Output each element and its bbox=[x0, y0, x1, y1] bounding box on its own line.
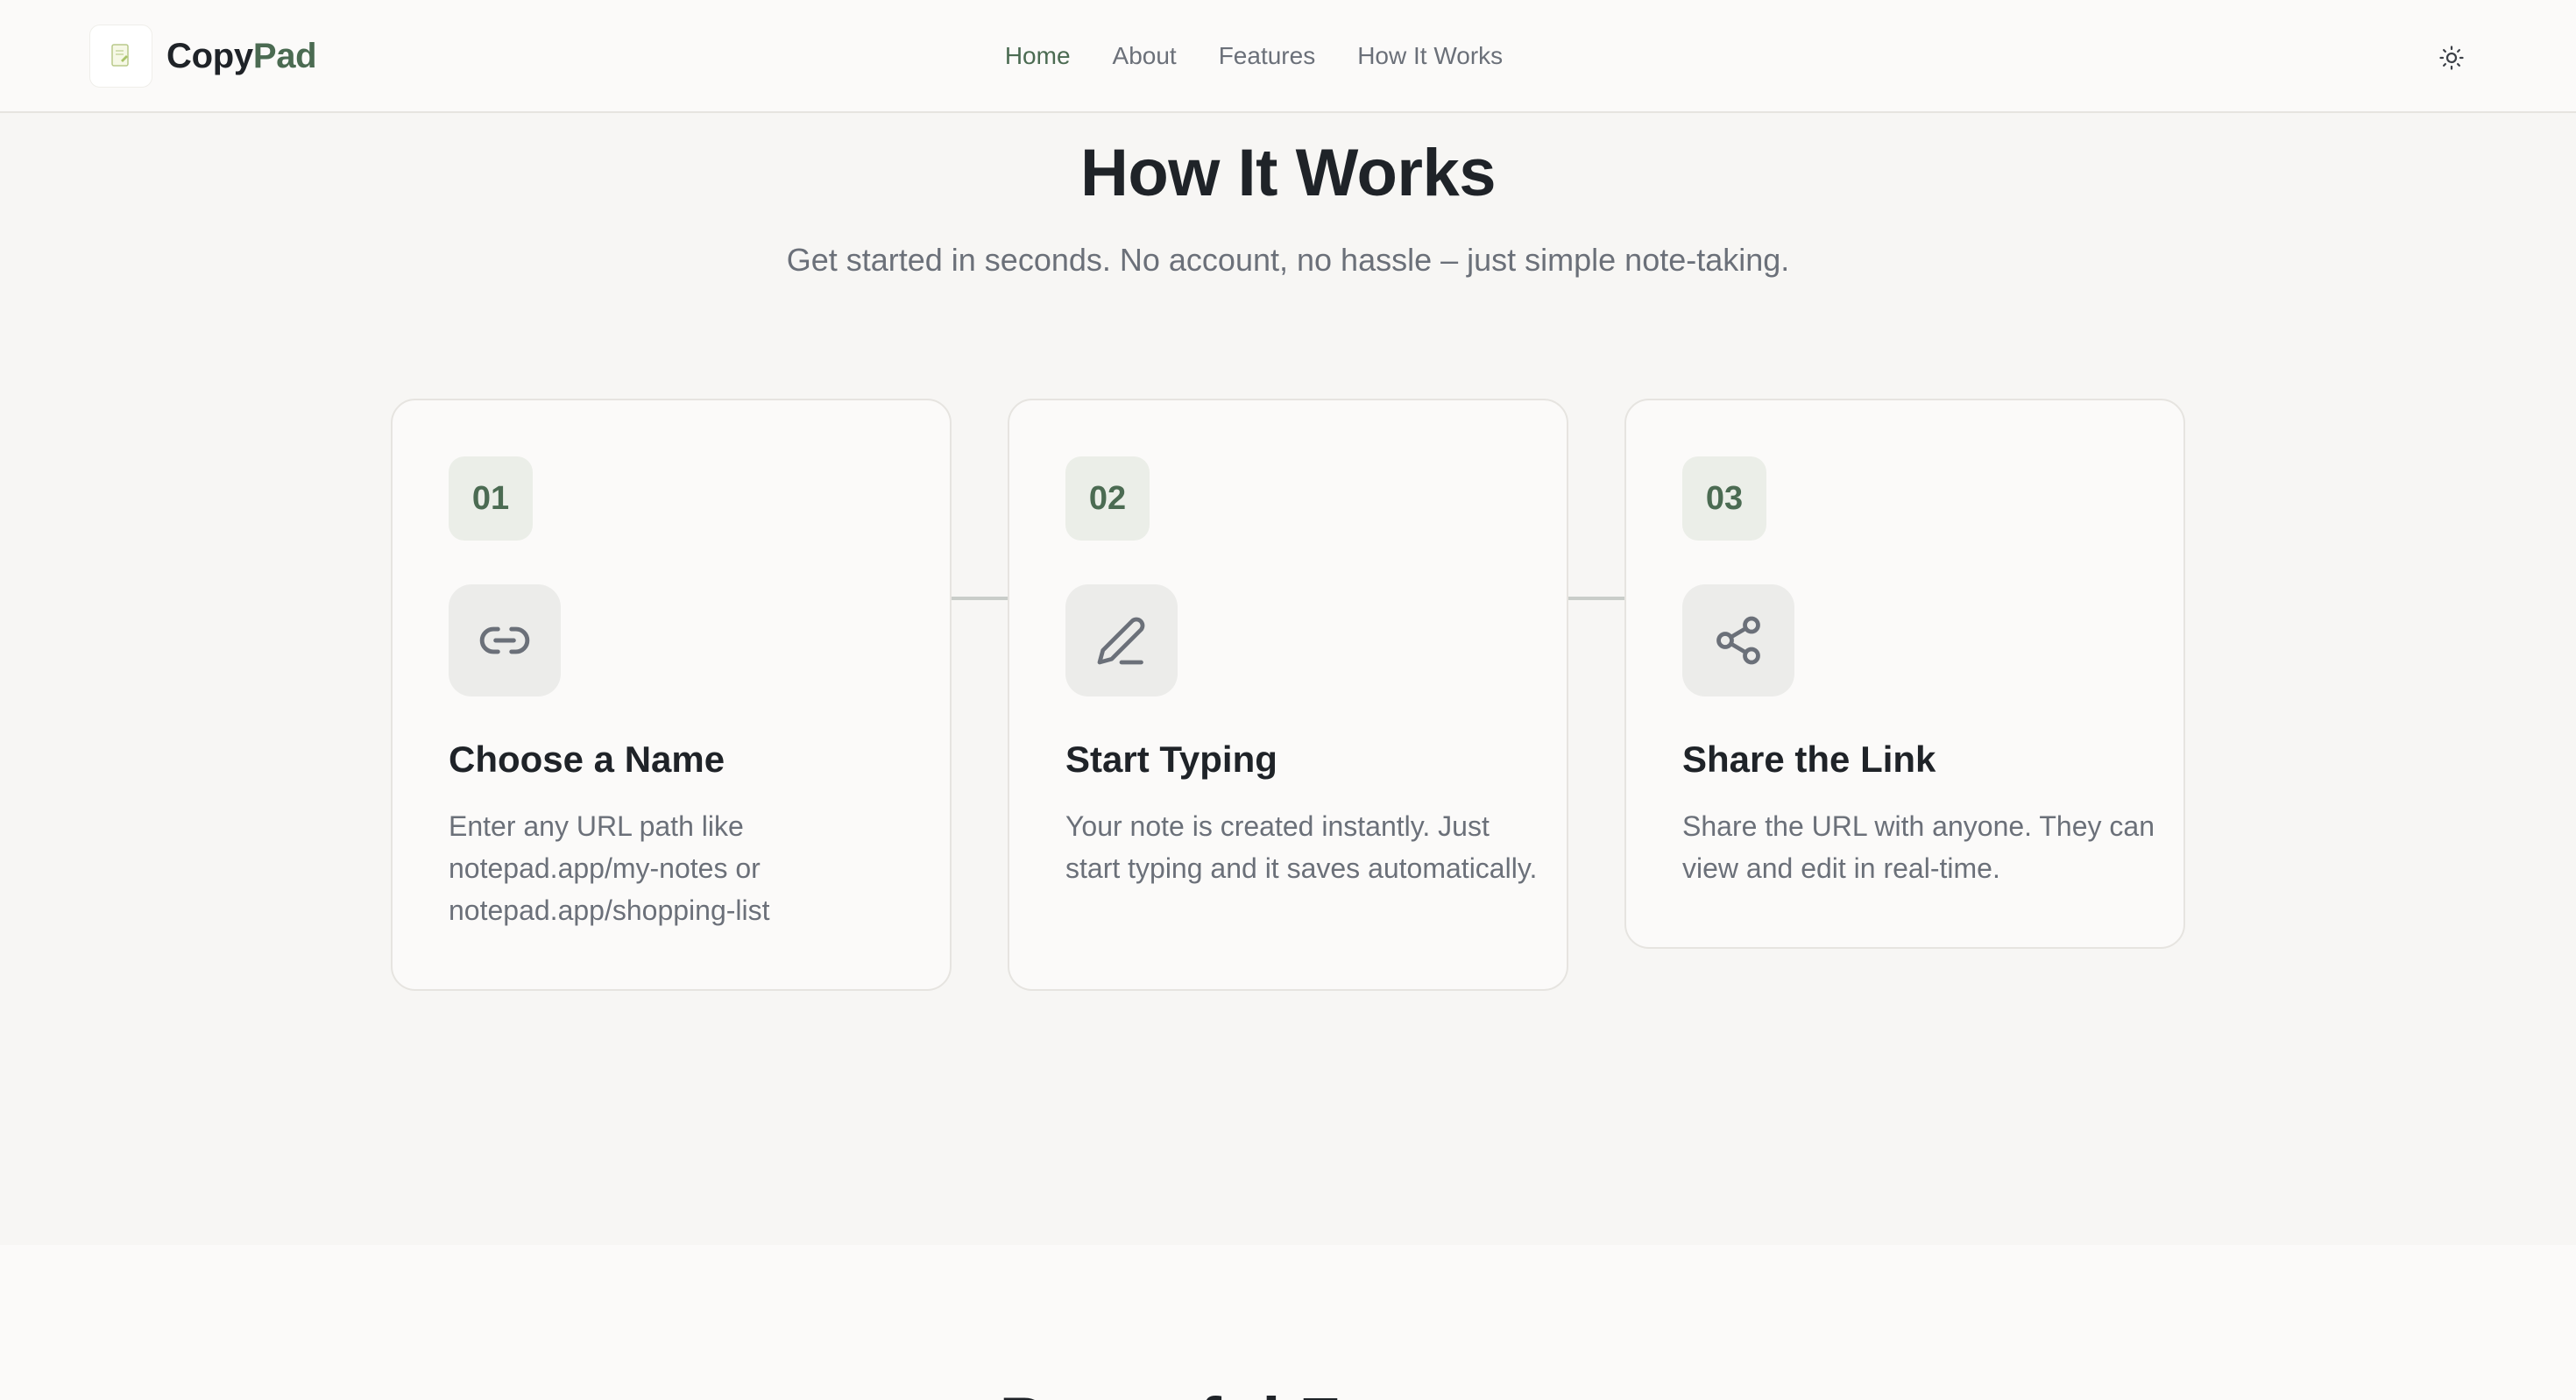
step-title: Start Typing bbox=[1065, 739, 1277, 780]
link-icon bbox=[479, 626, 530, 654]
site-header: CopyPad Home About Features How It Works bbox=[0, 0, 2576, 113]
step-icon-tile bbox=[1065, 584, 1178, 696]
section-title: How It Works bbox=[1080, 136, 1496, 210]
step-number-badge: 01 bbox=[449, 456, 533, 541]
section-subtitle: Get started in seconds. No account, no h… bbox=[786, 242, 1790, 278]
step-number-badge: 02 bbox=[1065, 456, 1150, 541]
step-card-choose-name: 01 Choose a Name Enter any URL path like… bbox=[391, 399, 952, 991]
step-icon-tile bbox=[449, 584, 561, 696]
nav-home[interactable]: Home bbox=[1005, 40, 1071, 72]
step-icon-tile bbox=[1682, 584, 1794, 696]
step-description: Your note is created instantly. Just sta… bbox=[1065, 810, 1538, 884]
nav-how-it-works[interactable]: How It Works bbox=[1357, 40, 1503, 72]
sun-icon bbox=[2439, 46, 2464, 70]
pencil-icon bbox=[1097, 617, 1145, 665]
nav-about[interactable]: About bbox=[1113, 40, 1177, 72]
theme-toggle-button[interactable] bbox=[2431, 37, 2473, 79]
step-card-start-typing: 02 Start Typing Your note is created ins… bbox=[1008, 399, 1568, 991]
step-description: Share the URL with anyone. They can view… bbox=[1682, 810, 2155, 884]
step-description: Enter any URL path like notepad.app/my-n… bbox=[449, 810, 770, 926]
features-section: Powerful Features bbox=[0, 1245, 2576, 1400]
step-number-badge: 03 bbox=[1682, 456, 1766, 541]
main-nav: Home About Features How It Works bbox=[0, 40, 2576, 72]
step-card-share-link: 03 Share the Link Share the URL with any… bbox=[1624, 399, 2185, 949]
features-section-title: Powerful Features bbox=[0, 1383, 2576, 1400]
share-icon bbox=[1716, 616, 1760, 665]
nav-features[interactable]: Features bbox=[1219, 40, 1316, 72]
step-title: Choose a Name bbox=[449, 739, 725, 780]
step-title: Share the Link bbox=[1682, 739, 1936, 780]
